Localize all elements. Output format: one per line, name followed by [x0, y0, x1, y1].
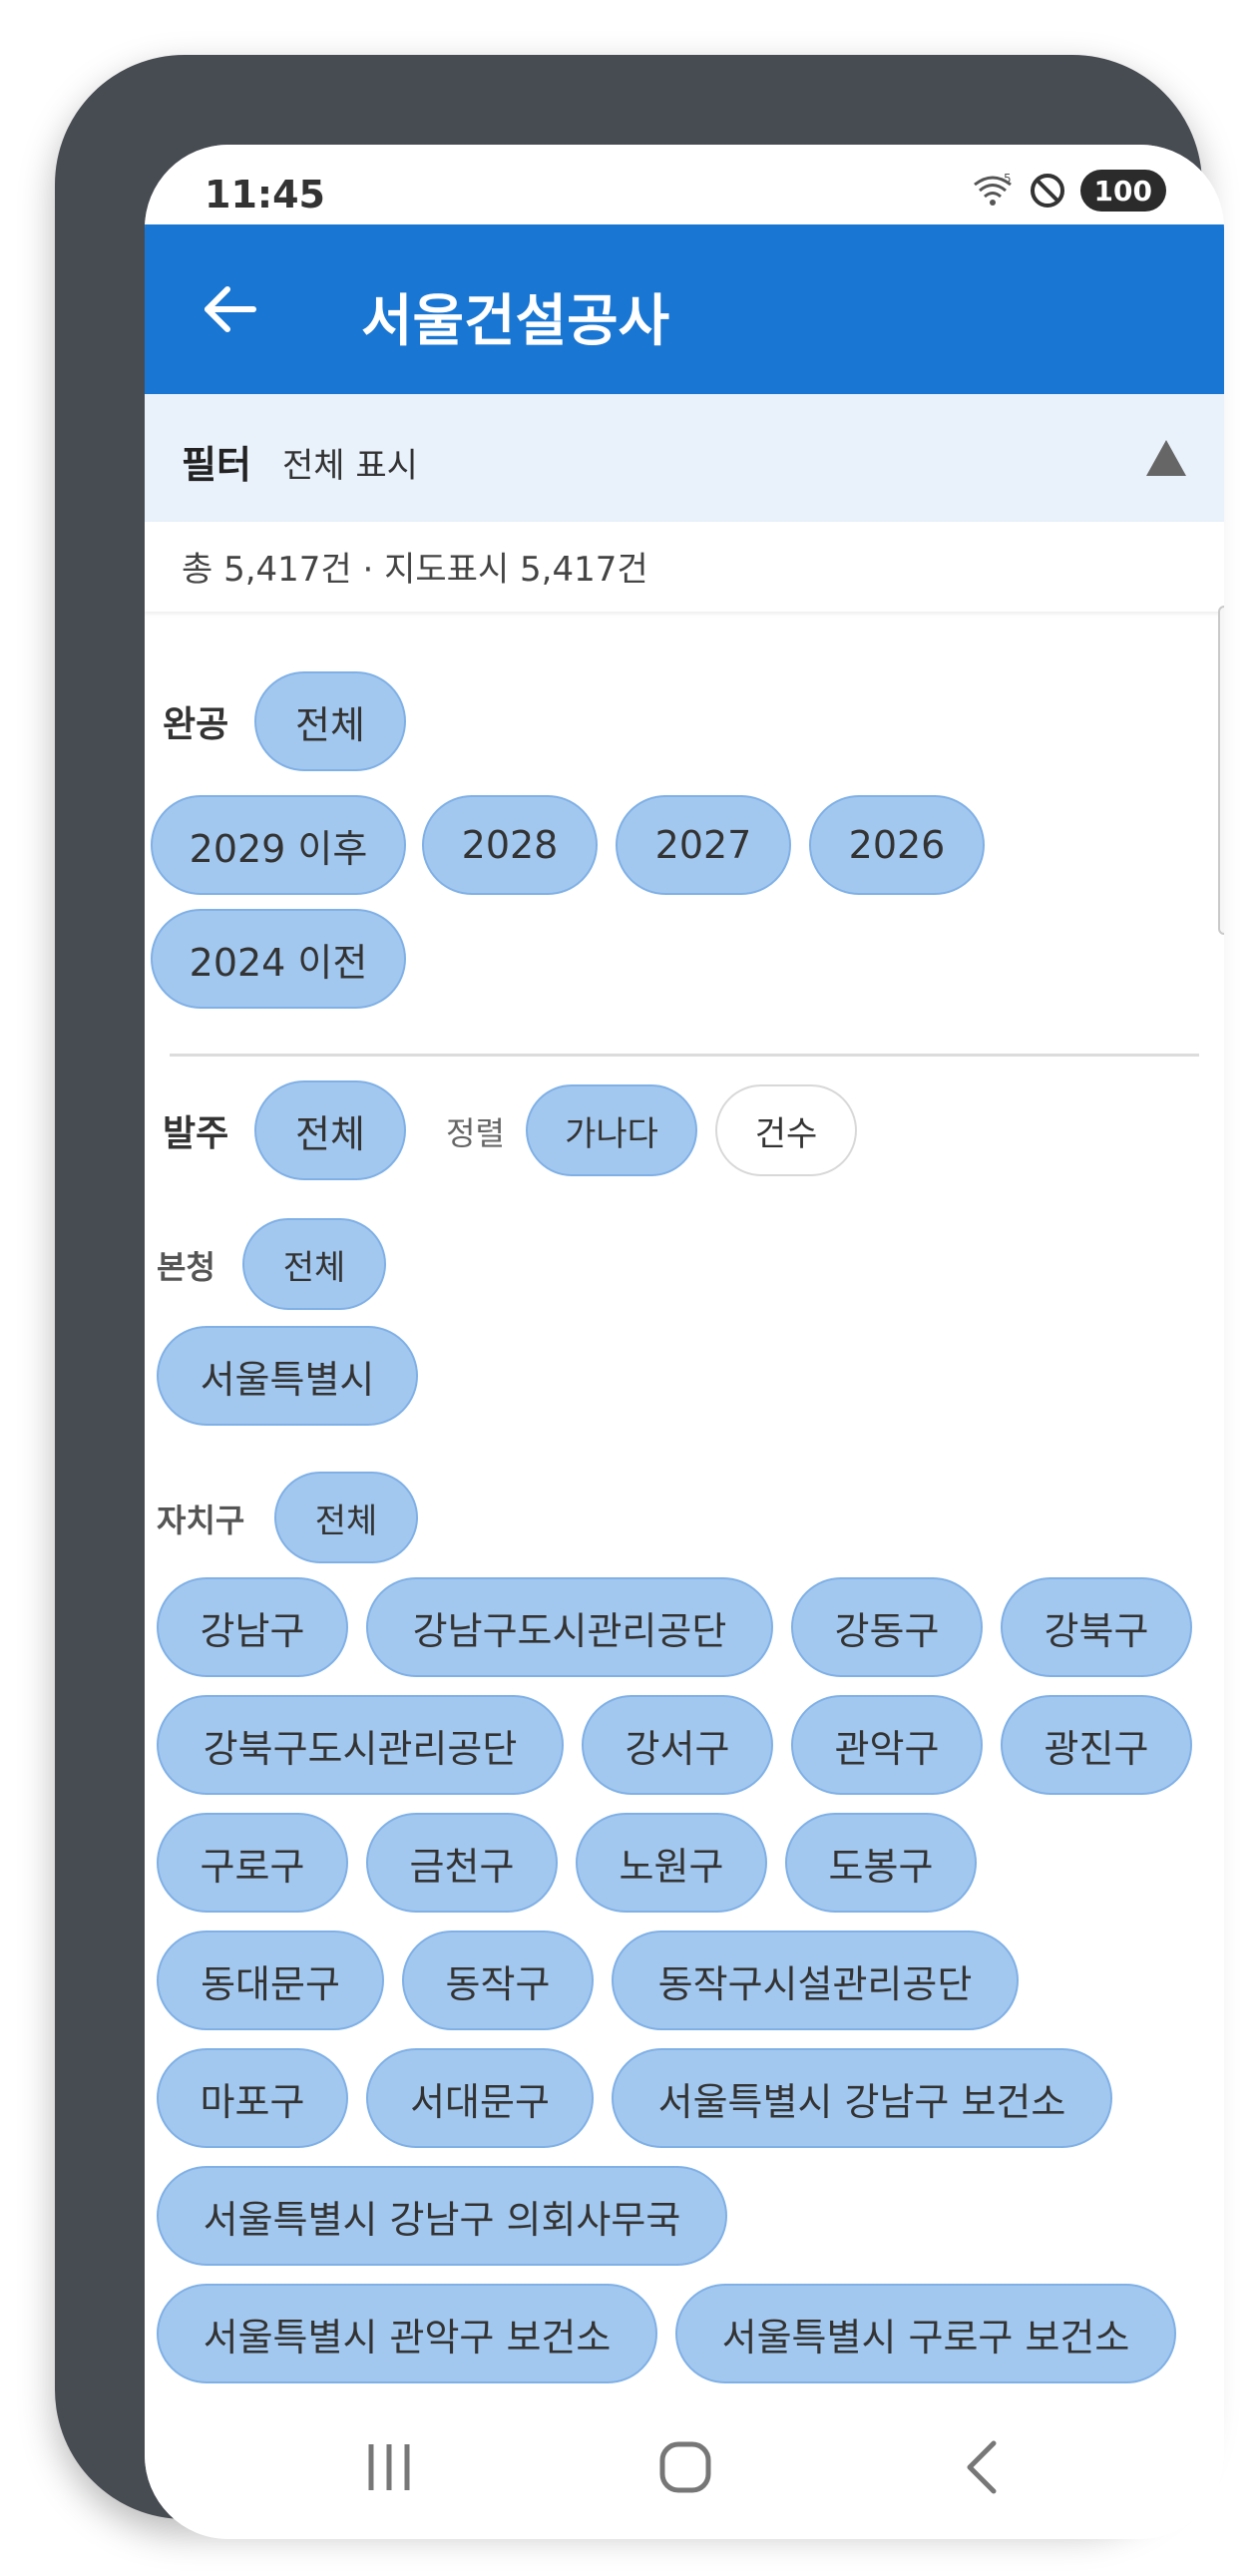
district-chip[interactable]: 서대문구 — [366, 2048, 594, 2148]
status-icons: 5 100 — [971, 167, 1166, 215]
system-nav-bar — [145, 2397, 1224, 2539]
year-chip[interactable]: 2028 — [422, 795, 598, 895]
district-all-chip[interactable]: 전체 — [274, 1472, 418, 1563]
app-bar: 서울건설공사 — [145, 224, 1224, 394]
district-chip[interactable]: 서울특별시 강남구 보건소 — [612, 2048, 1112, 2148]
home-button[interactable] — [640, 2427, 730, 2507]
recent-apps-button[interactable] — [344, 2427, 434, 2507]
order-all-chip[interactable]: 전체 — [254, 1080, 406, 1180]
district-chip[interactable]: 도봉구 — [785, 1813, 977, 1913]
completion-label: 완공 — [163, 704, 229, 745]
status-time: 11:45 — [205, 173, 325, 216]
result-count: 총 5,417건 · 지도표시 5,417건 — [182, 550, 648, 590]
do-not-disturb-icon — [1030, 174, 1064, 208]
district-chip[interactable]: 서울특별시 구로구 보건소 — [675, 2284, 1176, 2383]
year-chip[interactable]: 2027 — [616, 795, 791, 895]
district-chip[interactable]: 강서구 — [582, 1695, 773, 1795]
year-chip[interactable]: 2026 — [809, 795, 985, 895]
district-chip[interactable]: 노원구 — [576, 1813, 767, 1913]
home-icon — [659, 2441, 711, 2493]
district-chip[interactable]: 강동구 — [791, 1577, 983, 1677]
filter-title: 필터 — [182, 443, 251, 487]
filter-content: 완공 전체 2029 이후 2028 2027 2026 2024 이전 발주 … — [145, 612, 1224, 2397]
sort-option-chip[interactable]: 가나다 — [526, 1084, 697, 1176]
order-label: 발주 — [163, 1113, 229, 1154]
wifi-badge: 5 — [1004, 172, 1012, 186]
district-chip[interactable]: 금천구 — [366, 1813, 558, 1913]
district-label: 자치구 — [157, 1502, 245, 1539]
arrow-left-icon — [205, 286, 256, 332]
year-chip[interactable]: 2024 이전 — [151, 909, 406, 1009]
hq-all-chip[interactable]: 전체 — [242, 1218, 386, 1310]
recent-apps-icon — [368, 2444, 410, 2490]
phone-frame: 11:45 5 100 서울건설공사 필터 전체 표시 총 5,417건 · 지… — [55, 55, 1224, 2539]
district-chip[interactable]: 구로구 — [157, 1813, 348, 1913]
completion-all-chip[interactable]: 전체 — [254, 671, 406, 771]
district-chip[interactable]: 동대문구 — [157, 1931, 384, 2030]
district-chip[interactable]: 강남구 — [157, 1577, 348, 1677]
district-chip[interactable]: 광진구 — [1001, 1695, 1192, 1795]
hq-label: 본청 — [157, 1248, 215, 1286]
section-divider — [170, 1054, 1199, 1057]
hq-chip[interactable]: 서울특별시 — [157, 1326, 418, 1426]
app-title: 서울건설공사 — [361, 289, 670, 354]
district-chip[interactable]: 마포구 — [157, 2048, 348, 2148]
year-chip[interactable]: 2029 이후 — [151, 795, 406, 895]
filter-summary: 전체 표시 — [282, 446, 418, 486]
wifi-icon: 5 — [973, 172, 1012, 206]
sort-label: 정렬 — [446, 1114, 505, 1152]
district-chip[interactable]: 동작구시설관리공단 — [612, 1931, 1019, 2030]
back-button[interactable] — [195, 274, 264, 344]
chevron-left-icon — [967, 2440, 997, 2494]
district-chip[interactable]: 강북구도시관리공단 — [157, 1695, 564, 1795]
battery-indicator: 100 — [1079, 170, 1166, 212]
sort-option-chip[interactable]: 건수 — [715, 1084, 857, 1176]
result-count-bar: 총 5,417건 · 지도표시 5,417건 — [145, 522, 1224, 612]
district-chip[interactable]: 서울특별시 관악구 보건소 — [157, 2284, 657, 2383]
scrollbar[interactable] — [1218, 606, 1224, 935]
district-chip[interactable]: 강북구 — [1001, 1577, 1192, 1677]
system-back-button[interactable] — [938, 2427, 1028, 2507]
district-chip[interactable]: 서울특별시 강남구 의회사무국 — [157, 2166, 727, 2266]
district-chip[interactable]: 동작구 — [402, 1931, 594, 2030]
district-chip[interactable]: 강남구도시관리공단 — [366, 1577, 773, 1677]
filter-header[interactable]: 필터 전체 표시 — [145, 394, 1224, 522]
status-bar: 11:45 5 100 — [145, 145, 1224, 224]
district-chip[interactable]: 관악구 — [791, 1695, 983, 1795]
screen: 11:45 5 100 서울건설공사 필터 전체 표시 총 5,417건 · 지… — [145, 145, 1224, 2539]
collapse-triangle-icon[interactable] — [1144, 438, 1188, 478]
